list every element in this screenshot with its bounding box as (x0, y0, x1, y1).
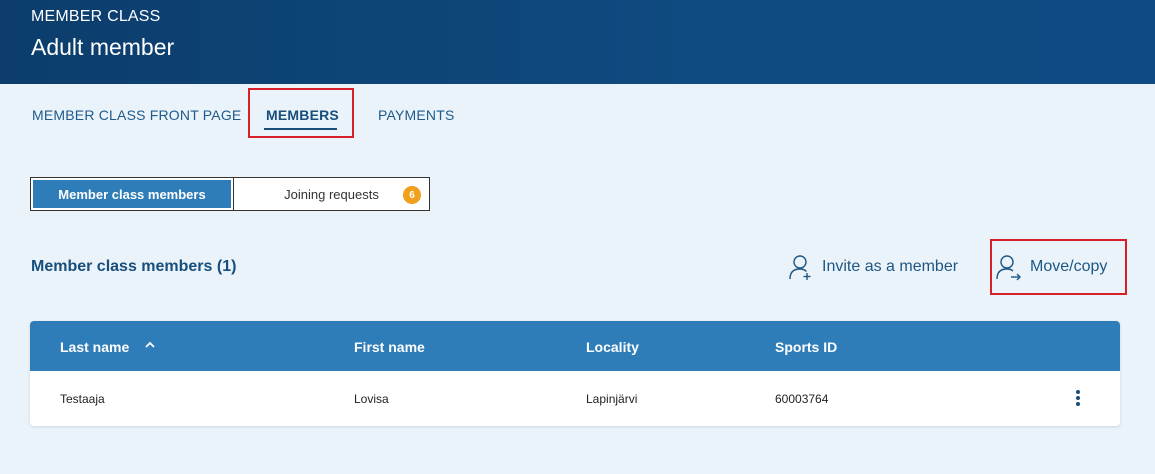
active-tab-underline (264, 128, 337, 130)
page-eyebrow: MEMBER CLASS (31, 8, 161, 25)
table-header-row: Last name First name Locality Sports ID (30, 321, 1120, 371)
column-header-last-name[interactable]: Last name (60, 339, 129, 355)
page-header: MEMBER CLASS Adult member (0, 0, 1155, 84)
sort-ascending-icon[interactable] (144, 341, 156, 349)
member-count-heading: Member class members (1) (31, 258, 237, 275)
tab-payments[interactable]: PAYMENTS (378, 107, 455, 123)
joining-requests-toggle[interactable]: Joining requests 6 (233, 178, 429, 210)
move-copy-button[interactable]: Move/copy (996, 252, 1107, 282)
joining-requests-count-badge: 6 (403, 186, 421, 204)
invite-member-label: Invite as a member (822, 258, 959, 275)
member-view-toggle: Member class members Joining requests 6 (30, 177, 430, 211)
table-row[interactable]: Testaaja Lovisa Lapinjärvi 60003764 (30, 371, 1120, 426)
column-header-first-name[interactable]: First name (354, 339, 425, 355)
invite-member-button[interactable]: Invite as a member (788, 252, 958, 282)
column-header-locality[interactable]: Locality (586, 339, 639, 355)
tab-member-class-front-page[interactable]: MEMBER CLASS FRONT PAGE (32, 107, 241, 123)
tab-members[interactable]: MEMBERS (266, 107, 339, 123)
row-actions-menu-icon[interactable] (1074, 390, 1082, 408)
add-user-icon (789, 255, 811, 280)
move-user-icon (996, 255, 1021, 281)
cell-last-name: Testaaja (60, 392, 105, 406)
page-title: Adult member (31, 34, 175, 60)
member-class-members-toggle[interactable]: Member class members (33, 180, 231, 208)
cell-first-name: Lovisa (354, 392, 389, 406)
column-header-sports-id[interactable]: Sports ID (775, 339, 837, 355)
move-copy-label: Move/copy (1030, 258, 1108, 275)
cell-locality: Lapinjärvi (586, 392, 638, 406)
joining-requests-label: Joining requests (284, 186, 379, 202)
cell-sports-id: 60003764 (775, 392, 829, 406)
members-table: Last name First name Locality Sports ID … (30, 321, 1120, 426)
